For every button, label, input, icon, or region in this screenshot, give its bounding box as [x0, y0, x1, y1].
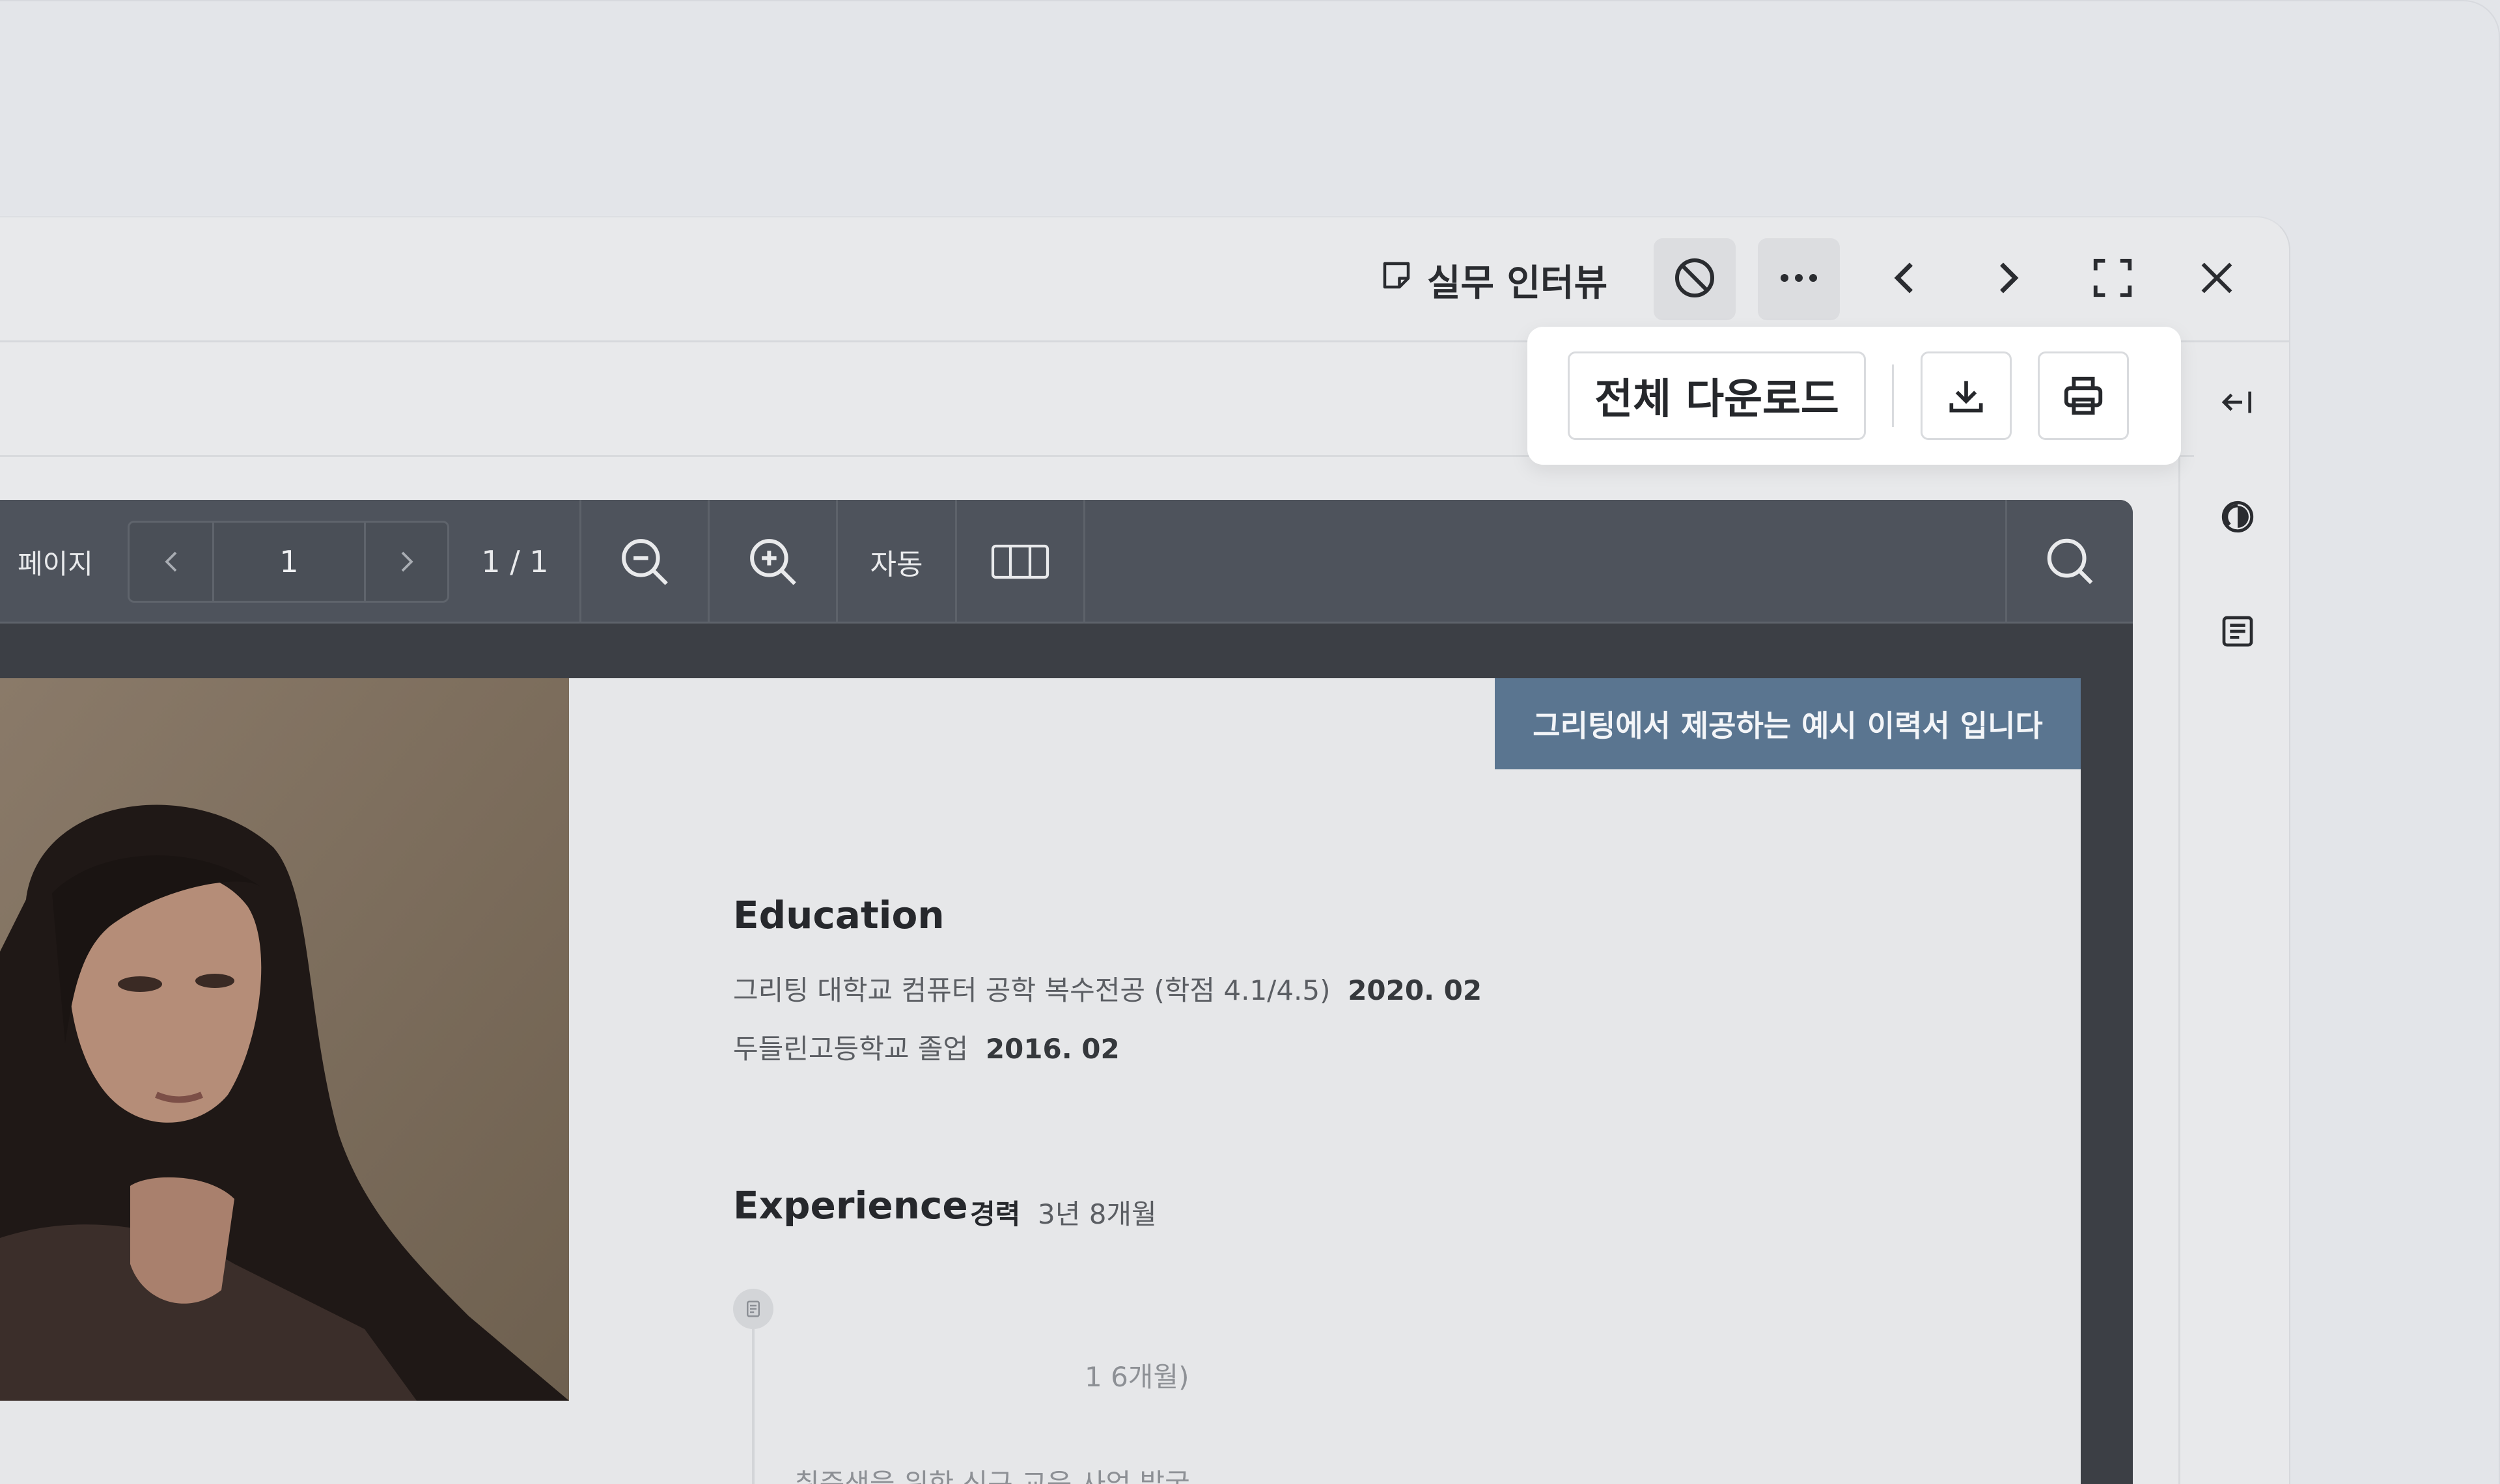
resume-page: 그리팅에서 제공하는 예시 이력서 입니다 Education 그리팅 대학교 … [0, 678, 2081, 1484]
previous-button[interactable] [1863, 238, 1945, 320]
print-icon [2064, 376, 2103, 415]
profile-photo [0, 678, 569, 1401]
download-popup: 전체 다운로드 [1527, 327, 2181, 465]
viewer-toolbar: 페이지 1 1 / 1 자동 [0, 500, 2133, 624]
modal-header: 실무 인터뷰 [0, 217, 2289, 342]
fullscreen-icon [2090, 255, 2135, 303]
search-icon [2047, 538, 2092, 584]
download-button[interactable] [1921, 351, 2012, 440]
download-all-button[interactable]: 전체 다운로드 [1568, 351, 1866, 440]
education-item-text: 그리팅 대학교 컴퓨터 공학 복수전공 (학점 4.1/4.5) [733, 974, 1331, 1006]
education-item: 두들린고등학교 졸업 2016. 02 [733, 1027, 1120, 1067]
fullscreen-button[interactable] [2072, 238, 2154, 320]
experience-fragment: 1 6개월) [1085, 1361, 1189, 1393]
experience-duration: 3년 8개월 [1037, 1198, 1157, 1230]
memo-icon [1379, 258, 1414, 302]
close-icon [2196, 257, 2238, 301]
print-button[interactable] [2038, 351, 2129, 440]
zoom-out-icon [622, 539, 668, 585]
education-heading: Education [733, 893, 945, 937]
page-count: 1 / 1 [481, 544, 549, 579]
block-icon [1671, 254, 1718, 304]
layout-button[interactable] [957, 500, 1083, 624]
chevron-right-icon [1994, 260, 2023, 299]
chevron-left-icon [1890, 260, 1919, 299]
document-icon[interactable] [2214, 608, 2261, 655]
zoom-out-button[interactable] [581, 500, 708, 624]
page-prev-button[interactable] [130, 523, 214, 601]
experience-label: 경력 [970, 1198, 1021, 1230]
zoom-in-button[interactable] [710, 500, 836, 624]
columns-icon [991, 544, 1049, 579]
memo-button[interactable]: 실무 인터뷰 [1379, 254, 1607, 306]
sample-resume-banner: 그리팅에서 제공하는 예시 이력서 입니다 [1495, 678, 2081, 769]
education-item-text: 두들린고등학교 졸업 [733, 1033, 969, 1065]
timeline-line [752, 1329, 755, 1484]
more-icon [1779, 271, 1818, 287]
education-item: 그리팅 대학교 컴퓨터 공학 복수전공 (학점 4.1/4.5) 2020. 0… [733, 969, 1482, 1008]
chevron-right-icon [401, 551, 413, 572]
download-icon [1949, 381, 1983, 413]
divider [1892, 364, 1894, 427]
timeline-dot [733, 1289, 773, 1329]
zoom-mode-select[interactable]: 자동 [838, 500, 955, 624]
education-item-date: 2020. 02 [1348, 974, 1482, 1006]
side-panel [2178, 342, 2289, 1484]
close-button[interactable] [2176, 238, 2258, 320]
experience-line: 취준생을 위한 신규 교육 사업 발굴 [794, 1468, 1190, 1484]
block-button[interactable] [1654, 238, 1736, 320]
collapse-left-icon[interactable] [2214, 379, 2261, 426]
document-icon [747, 1300, 760, 1317]
zoom-in-icon [750, 539, 796, 585]
page-input[interactable]: 1 [214, 523, 364, 601]
chevron-left-icon [164, 551, 176, 572]
divider [1083, 500, 1085, 624]
contrast-icon[interactable] [2214, 493, 2261, 540]
memo-label: 실무 인터뷰 [1427, 262, 1608, 305]
more-button[interactable] [1758, 238, 1840, 320]
experience-heading: Experience [733, 1183, 968, 1228]
experience-summary: 경력 3년 8개월 [970, 1192, 1157, 1232]
page-label: 페이지 [18, 547, 93, 580]
page-navigator: 1 [128, 521, 449, 603]
pdf-viewer: 페이지 1 1 / 1 자동 그리팅에서 제공하는 예시 이력서 입니다 Edu… [0, 500, 2133, 1484]
page-next-button[interactable] [364, 523, 447, 601]
next-button[interactable] [1967, 238, 2049, 320]
search-button[interactable] [2007, 500, 2133, 624]
education-item-date: 2016. 02 [985, 1033, 1120, 1065]
